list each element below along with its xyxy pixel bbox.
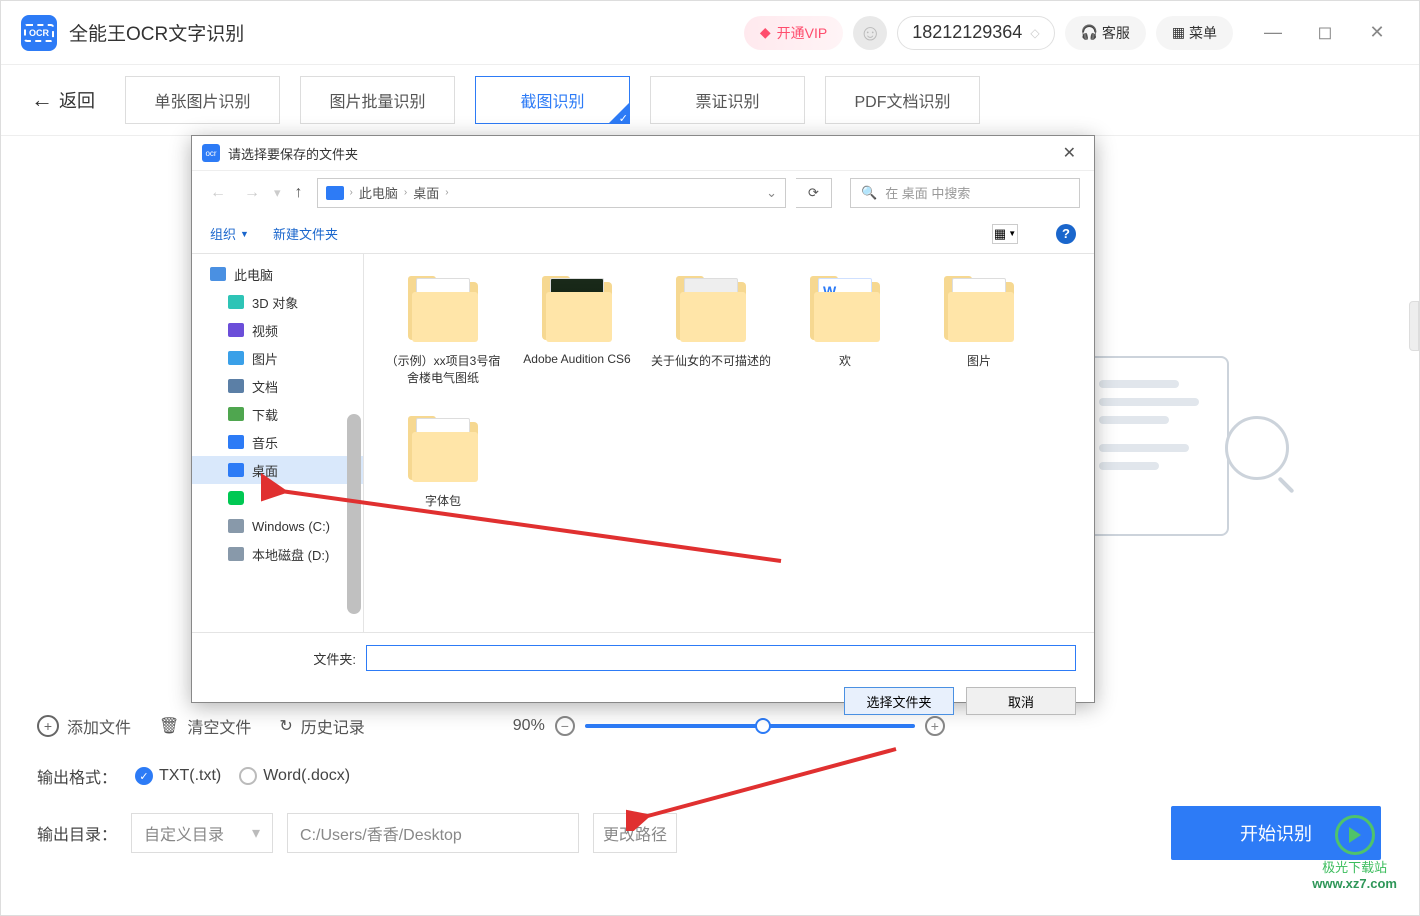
vip-label: 开通VIP <box>777 23 828 43</box>
output-format-row: 输出格式： ✓ TXT(.txt) Word(.docx) <box>1 756 1419 796</box>
folder-item[interactable]: 关于仙女的不可描述的 <box>644 270 778 390</box>
select-folder-button[interactable]: 选择文件夹 <box>844 687 954 715</box>
output-dir-row: 输出目录： 自定义目录▾ C:/Users/香香/Desktop 更改路径 开始… <box>1 809 1419 857</box>
grid-icon: ▦ <box>1172 24 1185 41</box>
dialog-nav-bar: ← → ▾ ↑ › 此电脑 › 桌面 › ⌄ ⟳ 🔍 在 桌面 中搜索 <box>192 170 1094 214</box>
chevron-down-icon: ◇ <box>1030 26 1039 40</box>
app-logo: OCR <box>21 15 57 51</box>
tab-row: ← 返回 单张图片识别 图片批量识别 截图识别 票证识别 PDF文档识别 <box>1 65 1419 135</box>
folder-item[interactable]: （示例）xx项目3号宿舍楼电气图纸 <box>376 270 510 390</box>
radio-checked-icon: ✓ <box>135 767 153 785</box>
new-folder-button[interactable]: 新建文件夹 <box>273 224 338 243</box>
minimize-button[interactable]: — <box>1251 17 1295 49</box>
address-bar[interactable]: › 此电脑 › 桌面 › ⌄ <box>317 178 786 208</box>
pc-icon <box>326 186 344 200</box>
format-txt-radio[interactable]: ✓ TXT(.txt) <box>135 767 221 785</box>
watermark: 极光下载站 www.xz7.com <box>1312 815 1397 891</box>
watermark-line1: 极光下载站 <box>1312 857 1397 876</box>
nav-forward-icon[interactable]: → <box>240 184 264 202</box>
format-word-radio[interactable]: Word(.docx) <box>239 767 350 785</box>
tree-drive-c[interactable]: Windows (C:) <box>192 512 363 540</box>
nav-up-icon[interactable]: ↑ <box>291 184 307 202</box>
close-button[interactable]: ✕ <box>1355 17 1399 49</box>
tab-batch-image[interactable]: 图片批量识别 <box>300 76 455 124</box>
folder-item[interactable]: 图片 <box>912 270 1046 390</box>
tab-pdf[interactable]: PDF文档识别 <box>825 76 980 124</box>
vip-button[interactable]: ◆ 开通VIP <box>744 16 843 50</box>
folder-tree: 此电脑 3D 对象 视频 图片 文档 下载 音乐 桌面 Windows (C:)… <box>192 254 364 632</box>
folder-name-label: 文件夹: <box>210 649 356 668</box>
help-button[interactable]: ? <box>1056 224 1076 244</box>
customer-service-button[interactable]: 🎧 客服 <box>1065 16 1146 50</box>
plus-icon: + <box>37 715 59 737</box>
headset-icon: 🎧 <box>1081 24 1098 41</box>
menu-button[interactable]: ▦ 菜单 <box>1156 16 1233 50</box>
dialog-search-input[interactable]: 🔍 在 桌面 中搜索 <box>850 178 1080 208</box>
user-avatar[interactable]: ☺ <box>853 16 887 50</box>
tree-scrollbar[interactable] <box>347 414 361 614</box>
magnifier-icon <box>1225 416 1289 480</box>
title-bar: OCR 全能王OCR文字识别 ◆ 开通VIP ☺ 18212129364 ◇ 🎧… <box>1 1 1419 65</box>
back-label: 返回 <box>59 87 95 113</box>
document-illustration <box>1079 356 1299 536</box>
folder-item[interactable]: 欢 <box>778 270 912 390</box>
output-mode-select[interactable]: 自定义目录▾ <box>131 813 273 853</box>
dialog-app-icon: ocr <box>202 144 220 162</box>
view-options-button[interactable]: ▦▼ <box>992 224 1018 244</box>
breadcrumb-pc[interactable]: 此电脑 <box>359 183 398 202</box>
organize-menu[interactable]: 组织 ▼ <box>210 224 249 243</box>
output-path-field[interactable]: C:/Users/香香/Desktop <box>287 813 579 853</box>
phone-number: 18212129364 <box>912 22 1022 43</box>
arrow-left-icon: ← <box>31 87 53 113</box>
dialog-close-button[interactable]: ✕ <box>1055 139 1084 167</box>
output-label: 输出目录： <box>37 821 117 845</box>
maximize-button[interactable]: ◻ <box>1303 17 1347 49</box>
tree-downloads[interactable]: 下载 <box>192 400 363 428</box>
tree-this-pc[interactable]: 此电脑 <box>192 260 363 288</box>
tree-pictures[interactable]: 图片 <box>192 344 363 372</box>
add-file-button[interactable]: + 添加文件 <box>37 714 131 738</box>
nav-back-icon[interactable]: ← <box>206 184 230 202</box>
refresh-button[interactable]: ⟳ <box>796 178 832 208</box>
cancel-button[interactable]: 取消 <box>966 687 1076 715</box>
watermark-line2: www.xz7.com <box>1312 876 1397 891</box>
menu-label: 菜单 <box>1189 23 1217 43</box>
dialog-footer: 文件夹: 选择文件夹 取消 <box>192 632 1094 727</box>
tree-3d-objects[interactable]: 3D 对象 <box>192 288 363 316</box>
tree-music[interactable]: 音乐 <box>192 428 363 456</box>
app-title: 全能王OCR文字识别 <box>69 19 244 46</box>
tree-videos[interactable]: 视频 <box>192 316 363 344</box>
tab-receipt[interactable]: 票证识别 <box>650 76 805 124</box>
dialog-title: 请选择要保存的文件夹 <box>228 144 358 163</box>
folder-item[interactable]: 字体包 <box>376 410 510 513</box>
change-path-button[interactable]: 更改路径 <box>593 813 677 853</box>
folder-browse-dialog: ocr 请选择要保存的文件夹 ✕ ← → ▾ ↑ › 此电脑 › 桌面 › ⌄ … <box>191 135 1095 703</box>
tree-documents[interactable]: 文档 <box>192 372 363 400</box>
search-icon: 🔍 <box>861 185 877 201</box>
folder-name-input[interactable] <box>366 645 1076 671</box>
tab-single-image[interactable]: 单张图片识别 <box>125 76 280 124</box>
tree-desktop[interactable]: 桌面 <box>192 456 363 484</box>
dialog-toolbar: 组织 ▼ 新建文件夹 ▦▼ ? <box>192 214 1094 254</box>
breadcrumb-desktop[interactable]: 桌面 <box>413 183 439 202</box>
format-label: 输出格式： <box>37 764 117 788</box>
back-button[interactable]: ← 返回 <box>31 87 95 113</box>
account-phone-dropdown[interactable]: 18212129364 ◇ <box>897 16 1054 50</box>
trash-icon: 🗑 <box>159 716 179 736</box>
tree-iqiyi[interactable] <box>192 484 363 512</box>
side-collapse-handle[interactable] <box>1409 301 1419 351</box>
caret-down-icon: ▾ <box>252 823 260 843</box>
radio-unchecked-icon <box>239 767 257 785</box>
diamond-icon: ◆ <box>760 24 771 41</box>
folder-item[interactable]: Au Adobe Audition CS6 <box>510 270 644 390</box>
file-grid: （示例）xx项目3号宿舍楼电气图纸 Au Adobe Audition CS6 … <box>364 254 1094 632</box>
tree-drive-d[interactable]: 本地磁盘 (D:) <box>192 540 363 568</box>
tab-screenshot[interactable]: 截图识别 <box>475 76 630 124</box>
addr-dropdown-icon[interactable]: ⌄ <box>766 185 777 201</box>
search-placeholder: 在 桌面 中搜索 <box>885 183 970 202</box>
service-label: 客服 <box>1102 23 1130 43</box>
dialog-title-bar: ocr 请选择要保存的文件夹 ✕ <box>192 136 1094 170</box>
